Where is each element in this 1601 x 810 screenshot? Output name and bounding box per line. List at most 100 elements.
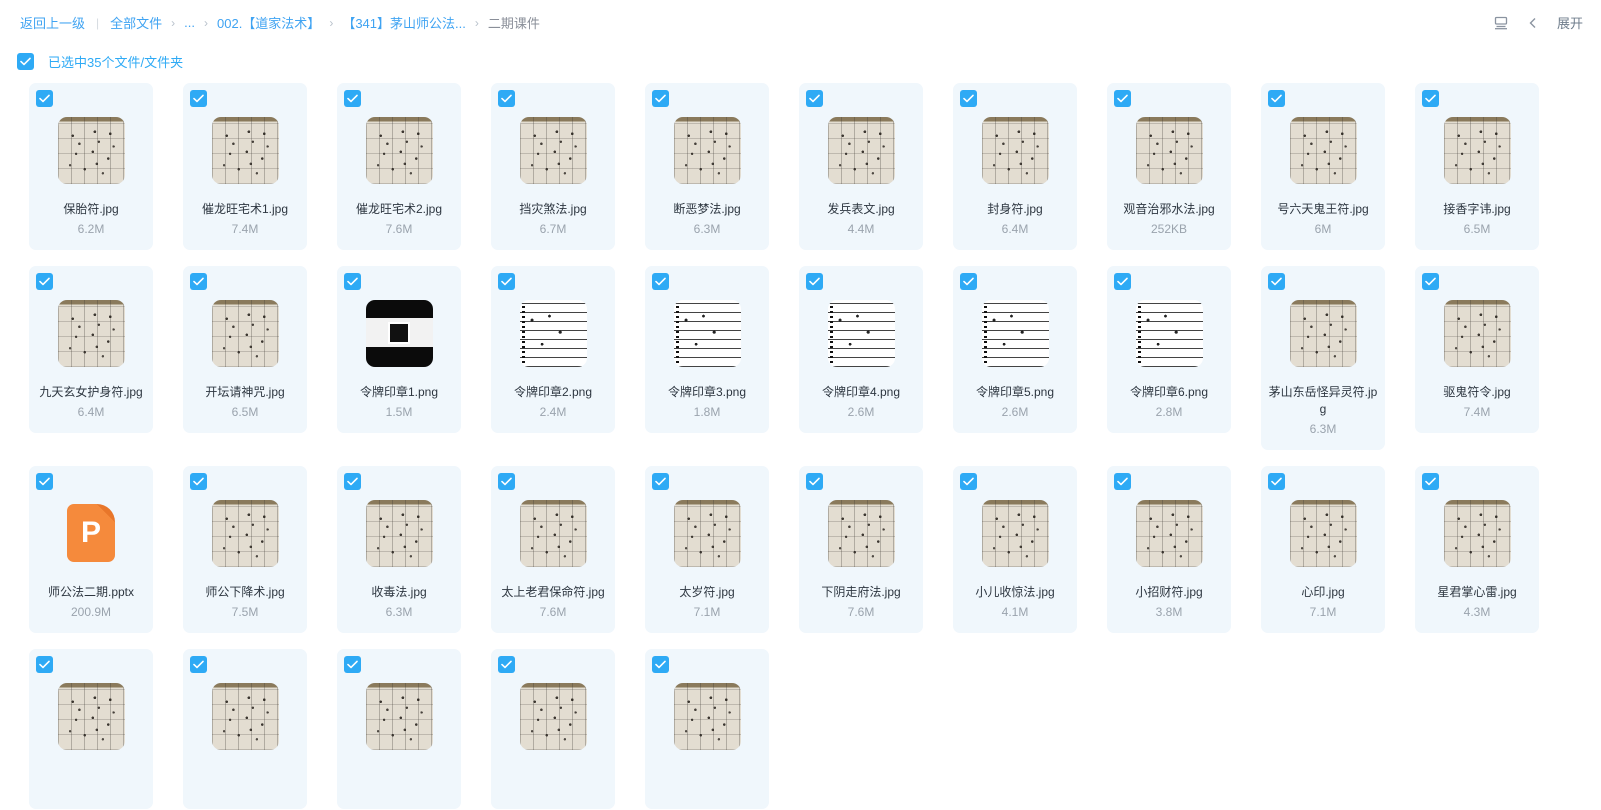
file-card[interactable]: 封身符.jpg 6.4M bbox=[953, 83, 1077, 250]
file-card[interactable] bbox=[645, 649, 769, 809]
breadcrumb-item-maoshan[interactable]: 【341】茅山师公法... bbox=[342, 13, 466, 32]
thumbnail-image bbox=[1289, 499, 1357, 567]
file-size: 2.6M bbox=[847, 405, 875, 419]
back-to-parent-link[interactable]: 返回上一级 bbox=[20, 13, 85, 32]
breadcrumb-divider: | bbox=[96, 15, 100, 30]
file-checkbox[interactable] bbox=[1422, 273, 1439, 290]
file-card[interactable]: 开坛请神咒.jpg 6.5M bbox=[183, 266, 307, 433]
file-checkbox[interactable] bbox=[652, 656, 669, 673]
file-checkbox[interactable] bbox=[36, 273, 53, 290]
breadcrumb-item-daojia[interactable]: 002.【道家法术】 bbox=[217, 13, 320, 32]
file-checkbox[interactable] bbox=[190, 273, 207, 290]
file-checkbox[interactable] bbox=[652, 90, 669, 107]
thumbnail-image bbox=[519, 299, 587, 367]
file-card[interactable]: 师公下降术.jpg 7.5M bbox=[183, 466, 307, 633]
file-card[interactable]: 保胎符.jpg 6.2M bbox=[29, 83, 153, 250]
file-card[interactable]: 挡灾煞法.jpg 6.7M bbox=[491, 83, 615, 250]
file-checkbox[interactable] bbox=[806, 273, 823, 290]
chevron-left-icon[interactable] bbox=[1527, 16, 1539, 30]
display-layout-icon[interactable] bbox=[1493, 15, 1509, 31]
file-checkbox[interactable] bbox=[960, 273, 977, 290]
file-checkbox[interactable] bbox=[344, 656, 361, 673]
file-checkbox[interactable] bbox=[1422, 473, 1439, 490]
thumbnail-image bbox=[1443, 299, 1511, 367]
file-checkbox[interactable] bbox=[36, 656, 53, 673]
file-thumbnail bbox=[645, 492, 769, 574]
file-checkbox[interactable] bbox=[36, 90, 53, 107]
file-card[interactable]: 星君掌心雷.jpg 4.3M bbox=[1415, 466, 1539, 633]
file-card[interactable]: 九天玄女护身符.jpg 6.4M bbox=[29, 266, 153, 433]
file-card[interactable] bbox=[183, 649, 307, 809]
file-checkbox[interactable] bbox=[498, 656, 515, 673]
file-card[interactable]: 令牌印章2.png 2.4M bbox=[491, 266, 615, 433]
file-checkbox[interactable] bbox=[652, 473, 669, 490]
file-thumbnail bbox=[953, 492, 1077, 574]
file-card[interactable]: 催龙旺宅术1.jpg 7.4M bbox=[183, 83, 307, 250]
file-card[interactable]: 驱鬼符令.jpg 7.4M bbox=[1415, 266, 1539, 433]
file-card[interactable]: 号六天鬼王符.jpg 6M bbox=[1261, 83, 1385, 250]
file-checkbox[interactable] bbox=[498, 90, 515, 107]
file-name: 九天玄女护身符.jpg bbox=[39, 385, 143, 399]
file-card[interactable] bbox=[491, 649, 615, 809]
breadcrumb-item-all-files[interactable]: 全部文件 bbox=[110, 13, 162, 32]
file-card[interactable]: 茅山东岳怪异灵符.jpg 6.3M bbox=[1261, 266, 1385, 450]
file-checkbox[interactable] bbox=[190, 656, 207, 673]
file-checkbox[interactable] bbox=[1268, 473, 1285, 490]
file-card[interactable]: 令牌印章3.png 1.8M bbox=[645, 266, 769, 433]
topbar-actions: 展开 bbox=[1493, 0, 1583, 45]
file-card[interactable]: 令牌印章5.png 2.6M bbox=[953, 266, 1077, 433]
file-card[interactable]: 发兵表文.jpg 4.4M bbox=[799, 83, 923, 250]
file-name: 收毒法.jpg bbox=[371, 585, 427, 599]
file-thumbnail bbox=[337, 492, 461, 574]
file-thumbnail bbox=[29, 292, 153, 374]
file-checkbox[interactable] bbox=[1422, 90, 1439, 107]
file-checkbox[interactable] bbox=[1114, 273, 1131, 290]
file-thumbnail bbox=[337, 675, 461, 757]
file-checkbox[interactable] bbox=[806, 90, 823, 107]
file-card[interactable] bbox=[29, 649, 153, 809]
file-card[interactable]: 令牌印章1.png 1.5M bbox=[337, 266, 461, 433]
file-card[interactable]: 接香字讳.jpg 6.5M bbox=[1415, 83, 1539, 250]
file-card[interactable]: P 师公法二期.pptx 200.9M bbox=[29, 466, 153, 633]
file-card[interactable]: 断恶梦法.jpg 6.3M bbox=[645, 83, 769, 250]
file-checkbox[interactable] bbox=[190, 90, 207, 107]
file-checkbox[interactable] bbox=[1114, 473, 1131, 490]
breadcrumb-item-ellipsis[interactable]: ... bbox=[184, 15, 195, 30]
file-checkbox[interactable] bbox=[344, 90, 361, 107]
file-checkbox[interactable] bbox=[960, 473, 977, 490]
thumbnail-image bbox=[57, 682, 125, 750]
file-card[interactable]: 太上老君保命符.jpg 7.6M bbox=[491, 466, 615, 633]
file-card[interactable] bbox=[337, 649, 461, 809]
file-checkbox[interactable] bbox=[1268, 273, 1285, 290]
file-card[interactable]: 太岁符.jpg 7.1M bbox=[645, 466, 769, 633]
file-checkbox[interactable] bbox=[652, 273, 669, 290]
file-checkbox[interactable] bbox=[1268, 90, 1285, 107]
select-all-checkbox[interactable] bbox=[17, 52, 34, 70]
file-checkbox[interactable] bbox=[36, 473, 53, 490]
file-card[interactable]: 催龙旺宅术2.jpg 7.6M bbox=[337, 83, 461, 250]
file-thumbnail bbox=[645, 292, 769, 374]
file-size: 4.3M bbox=[1463, 605, 1491, 619]
file-checkbox[interactable] bbox=[498, 473, 515, 490]
file-card[interactable]: 观音治邪水法.jpg 252KB bbox=[1107, 83, 1231, 250]
file-checkbox[interactable] bbox=[344, 273, 361, 290]
expand-button[interactable]: 展开 bbox=[1557, 13, 1583, 32]
file-checkbox[interactable] bbox=[1114, 90, 1131, 107]
file-card[interactable]: 令牌印章6.png 2.8M bbox=[1107, 266, 1231, 433]
file-thumbnail bbox=[799, 492, 923, 574]
file-checkbox[interactable] bbox=[344, 473, 361, 490]
file-checkbox[interactable] bbox=[960, 90, 977, 107]
thumbnail-image bbox=[519, 116, 587, 184]
file-thumbnail bbox=[799, 292, 923, 374]
file-name: 师公下降术.jpg bbox=[205, 585, 285, 599]
file-card[interactable]: 令牌印章4.png 2.6M bbox=[799, 266, 923, 433]
file-card[interactable]: 小招财符.jpg 3.8M bbox=[1107, 466, 1231, 633]
breadcrumb-item-current: 二期课件 bbox=[487, 16, 540, 31]
file-card[interactable]: 小儿收惊法.jpg 4.1M bbox=[953, 466, 1077, 633]
file-card[interactable]: 心印.jpg 7.1M bbox=[1261, 466, 1385, 633]
file-checkbox[interactable] bbox=[806, 473, 823, 490]
file-card[interactable]: 收毒法.jpg 6.3M bbox=[337, 466, 461, 633]
file-card[interactable]: 下阴走府法.jpg 7.6M bbox=[799, 466, 923, 633]
file-checkbox[interactable] bbox=[498, 273, 515, 290]
file-checkbox[interactable] bbox=[190, 473, 207, 490]
